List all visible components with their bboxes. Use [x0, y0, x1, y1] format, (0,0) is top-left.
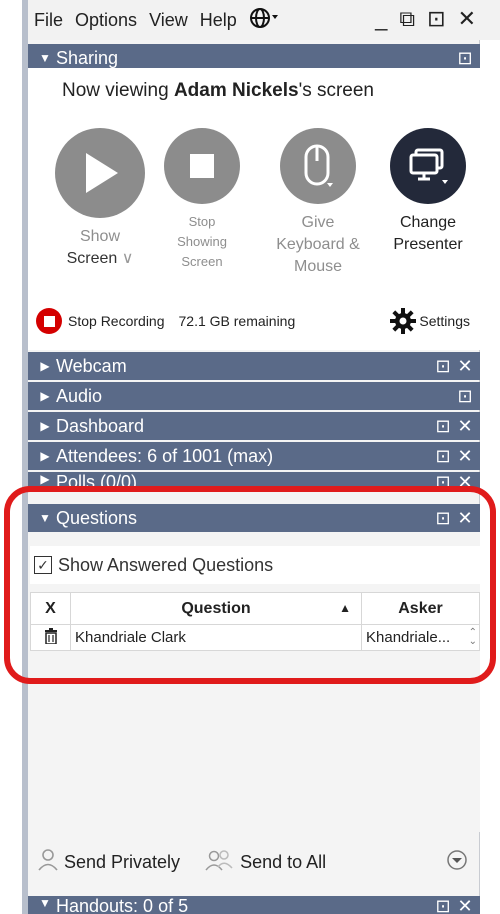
close-icon[interactable]: ✕ — [454, 356, 476, 377]
person-icon — [38, 848, 58, 876]
give-keyboard-mouse-button: Give Keyboard & Mouse — [268, 128, 368, 278]
menu-help[interactable]: Help — [194, 10, 243, 31]
menu-options[interactable]: Options — [69, 10, 143, 31]
restore-icon[interactable]: ⧉ — [399, 6, 415, 32]
play-icon — [55, 128, 145, 218]
panel-header-webcam[interactable]: ▶ Webcam ⊡ ✕ — [28, 352, 480, 380]
popout-icon[interactable]: ⊡ — [432, 896, 454, 914]
close-icon[interactable]: ✕ — [454, 446, 476, 467]
close-icon[interactable]: ✕ — [458, 6, 476, 32]
expand-triangle-icon[interactable]: ▶ — [34, 389, 56, 403]
now-viewing-text: Now viewing Adam Nickels's screen — [62, 80, 374, 101]
minimize-icon[interactable]: _ — [375, 6, 387, 32]
expand-triangle-icon[interactable]: ▶ — [34, 419, 56, 433]
collapse-triangle-icon[interactable]: ▼ — [34, 896, 56, 910]
globe-icon[interactable] — [243, 7, 285, 34]
panel-header-dashboard[interactable]: ▶ Dashboard ⊡ ✕ — [28, 412, 480, 440]
send-to-all-button[interactable]: Send to All — [204, 849, 326, 876]
collapse-triangle-icon[interactable]: ▼ — [34, 51, 56, 65]
settings-label[interactable]: Settings — [419, 313, 470, 329]
menu-view[interactable]: View — [143, 10, 194, 31]
popout-icon[interactable]: ⊡ — [432, 446, 454, 467]
send-privately-button[interactable]: Send Privately — [38, 848, 180, 876]
send-bar: Send Privately Send to All — [28, 846, 480, 878]
mouse-icon — [280, 128, 356, 204]
popout-icon[interactable]: ⊡ — [432, 356, 454, 377]
stop-recording-label[interactable]: Stop Recording — [68, 313, 165, 329]
screens-icon — [390, 128, 466, 204]
popout-icon[interactable]: ⊡ — [432, 416, 454, 437]
group-icon — [204, 849, 234, 876]
window-controls: _ ⧉ ⊡ ✕ — [375, 6, 476, 32]
recording-bar: Stop Recording 72.1 GB remaining Setting… — [28, 300, 480, 342]
panel-header-handouts[interactable]: ▼ Handouts: 0 of 5 ⊡ ✕ — [28, 896, 480, 914]
stop-icon — [164, 128, 240, 204]
close-icon[interactable]: ✕ — [454, 896, 476, 914]
expand-triangle-icon[interactable]: ▶ — [34, 449, 56, 463]
chevron-down-icon[interactable]: ∨ — [122, 250, 134, 267]
presenter-name: Adam Nickels — [173, 80, 299, 101]
menu-file[interactable]: File — [28, 10, 69, 31]
popout-icon[interactable]: ⊡ — [454, 48, 476, 69]
settings-icon[interactable] — [389, 307, 417, 335]
popout-icon[interactable]: ⊡ — [427, 6, 445, 32]
stop-showing-screen-button: Stop Showing Screen — [152, 128, 252, 272]
panel-header-audio[interactable]: ▶ Audio ⊡ — [28, 382, 480, 410]
panel-title: Sharing — [56, 47, 119, 68]
expand-triangle-icon[interactable]: ▶ — [34, 472, 56, 486]
stop-recording-icon[interactable] — [36, 308, 62, 334]
change-presenter-button[interactable]: Change Presenter — [378, 128, 478, 256]
show-screen-button[interactable]: Show Screen ∨ — [50, 128, 150, 270]
menubar: File Options View Help _ ⧉ ⊡ ✕ — [28, 0, 500, 40]
highlight-annotation — [4, 486, 496, 684]
close-icon[interactable]: ✕ — [454, 416, 476, 437]
chevron-down-circle-icon[interactable] — [446, 849, 468, 876]
storage-remaining: 72.1 GB remaining — [178, 313, 296, 329]
panel-header-attendees[interactable]: ▶ Attendees: 6 of 1001 (max) ⊡ ✕ — [28, 442, 480, 470]
popout-icon[interactable]: ⊡ — [454, 386, 476, 407]
expand-triangle-icon[interactable]: ▶ — [34, 359, 56, 373]
